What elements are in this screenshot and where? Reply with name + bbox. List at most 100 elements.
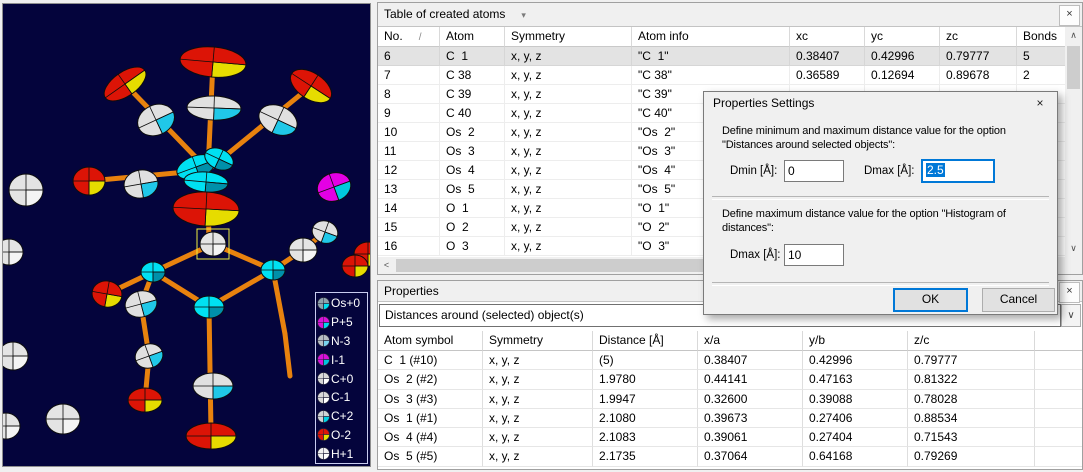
cell-sym: x, y, z (505, 66, 632, 85)
ok-button[interactable]: OK (893, 288, 968, 312)
legend-label: P+5 (331, 315, 353, 329)
cell-5: 0.79269 (908, 447, 1035, 466)
cell-1: x, y, z (483, 351, 593, 370)
cell-no: 11 (378, 142, 440, 161)
legend-item: O-2 (317, 426, 367, 445)
cell-2: 1.9947 (593, 390, 698, 409)
column-header-no[interactable]: No./ (378, 27, 440, 47)
dialog-instruction-line4: distances": (722, 222, 774, 234)
cell-4: 0.47163 (803, 370, 908, 389)
close-icon[interactable]: × (1059, 282, 1080, 303)
cell-0: Os 1 (#1) (378, 409, 483, 428)
column-header-yb[interactable]: y/b (803, 331, 908, 351)
column-header-atom[interactable]: Atom (440, 27, 505, 47)
dmax-input[interactable]: 2.5 (921, 159, 995, 183)
cell-3: 0.44141 (698, 370, 803, 389)
cell-blank (1035, 409, 1082, 428)
column-header-zc[interactable]: zc (940, 27, 1017, 47)
atoms-panel-caption: Table of created atoms▾ × (378, 3, 1082, 27)
element-sphere-icon (317, 428, 330, 441)
cell-sym: x, y, z (505, 218, 632, 237)
element-sphere-icon (317, 372, 330, 385)
cell-3: 0.39061 (698, 428, 803, 447)
table-row[interactable]: Os 5 (#5)x, y, z2.17350.370640.641680.79… (378, 447, 1082, 466)
column-header-atom-info[interactable]: Atom info (632, 27, 790, 47)
cell-5: 0.79777 (908, 351, 1035, 370)
distances-table-header: Atom symbol Symmetry Distance [Å] x/a y/… (378, 331, 1082, 351)
cell-2: 2.1083 (593, 428, 698, 447)
vertical-scrollbar[interactable]: ∧ ∨ (1065, 27, 1082, 257)
table-row[interactable]: 6C 1x, y, z"C 1"0.384070.429960.797775 (378, 47, 1065, 66)
cell-sym: x, y, z (505, 85, 632, 104)
separator (712, 196, 1049, 200)
dmin-input[interactable]: 0 (784, 160, 844, 182)
column-header-xc[interactable]: xc (790, 27, 865, 47)
column-header-symmetry[interactable]: Symmetry (505, 27, 632, 47)
column-header-atom-symbol[interactable]: Atom symbol (378, 331, 483, 351)
legend-label: C+2 (331, 409, 353, 423)
cell-4: 0.42996 (803, 351, 908, 370)
cell-atom: Os 3 (440, 142, 505, 161)
panel-menu-icon[interactable]: ▾ (521, 10, 526, 20)
dmax-histogram-input[interactable]: 10 (784, 244, 844, 266)
column-header-yc[interactable]: yc (865, 27, 940, 47)
table-row[interactable]: Os 3 (#3)x, y, z1.99470.326000.390880.78… (378, 390, 1082, 409)
column-header-xa[interactable]: x/a (698, 331, 803, 351)
element-sphere-icon (317, 447, 330, 460)
scroll-down-icon[interactable]: ∨ (1065, 240, 1082, 257)
cell-xc: 0.38407 (790, 47, 865, 66)
cancel-button[interactable]: Cancel (982, 288, 1055, 312)
cell-4: 0.64168 (803, 447, 908, 466)
selected-text: 2.5 (926, 163, 945, 177)
table-row[interactable]: C 1 (#10)x, y, z(5)0.384070.429960.79777 (378, 351, 1082, 370)
legend-item: Os+0 (317, 294, 367, 313)
dialog-instruction-line2: "Distances around selected objects": (722, 139, 895, 151)
cell-blank (1035, 351, 1082, 370)
column-header-symmetry[interactable]: Symmetry (483, 331, 593, 351)
cell-no: 8 (378, 85, 440, 104)
cell-3: 0.39673 (698, 409, 803, 428)
cell-yc: 0.42996 (865, 47, 940, 66)
cell-4: 0.27404 (803, 428, 908, 447)
cell-sym: x, y, z (505, 142, 632, 161)
scroll-up-icon[interactable]: ∧ (1065, 27, 1082, 44)
cell-no: 13 (378, 180, 440, 199)
cell-atom: C 40 (440, 104, 505, 123)
element-sphere-icon (317, 391, 330, 404)
close-icon[interactable]: × (1059, 5, 1080, 26)
table-row[interactable]: Os 2 (#2)x, y, z1.97800.441410.471630.81… (378, 370, 1082, 389)
cell-atom: O 3 (440, 237, 505, 256)
cell-sym: x, y, z (505, 47, 632, 66)
cell-2: 2.1080 (593, 409, 698, 428)
scroll-left-icon[interactable]: < (378, 257, 395, 274)
element-legend: Os+0P+5N-3I-1C+0C-1C+2O-2H+1 (315, 292, 368, 464)
column-header-zc[interactable]: z/c (908, 331, 1035, 351)
cell-bonds: 2 (1017, 66, 1065, 85)
cell-3: 0.38407 (698, 351, 803, 370)
separator (712, 282, 1049, 286)
cell-no: 6 (378, 47, 440, 66)
element-sphere-icon (317, 316, 330, 329)
close-icon[interactable]: × (1023, 92, 1057, 116)
cell-0: Os 5 (#5) (378, 447, 483, 466)
cell-no: 9 (378, 104, 440, 123)
table-row[interactable]: 7C 38x, y, z"C 38"0.365890.126940.896782 (378, 66, 1065, 85)
scrollbar-thumb[interactable] (1067, 46, 1080, 89)
chevron-down-icon[interactable]: ∨ (1061, 304, 1081, 327)
legend-item: N-3 (317, 332, 367, 351)
cell-5: 0.78028 (908, 390, 1035, 409)
table-row[interactable]: Os 4 (#4)x, y, z2.10830.390610.274040.71… (378, 428, 1082, 447)
cell-zc: 0.79777 (940, 47, 1017, 66)
element-sphere-icon (317, 353, 330, 366)
structure-view-panel[interactable]: Os+0P+5N-3I-1C+0C-1C+2O-2H+1 (2, 3, 371, 467)
cell-0: C 1 (#10) (378, 351, 483, 370)
table-row[interactable]: Os 1 (#1)x, y, z2.10800.396730.274060.88… (378, 409, 1082, 428)
cell-no: 10 (378, 123, 440, 142)
column-header-bonds[interactable]: Bonds (1017, 27, 1065, 47)
legend-item: I-1 (317, 350, 367, 369)
cell-4: 0.39088 (803, 390, 908, 409)
cell-no: 15 (378, 218, 440, 237)
column-header-distance[interactable]: Distance [Å] (593, 331, 698, 351)
legend-item: P+5 (317, 313, 367, 332)
cell-2: (5) (593, 351, 698, 370)
